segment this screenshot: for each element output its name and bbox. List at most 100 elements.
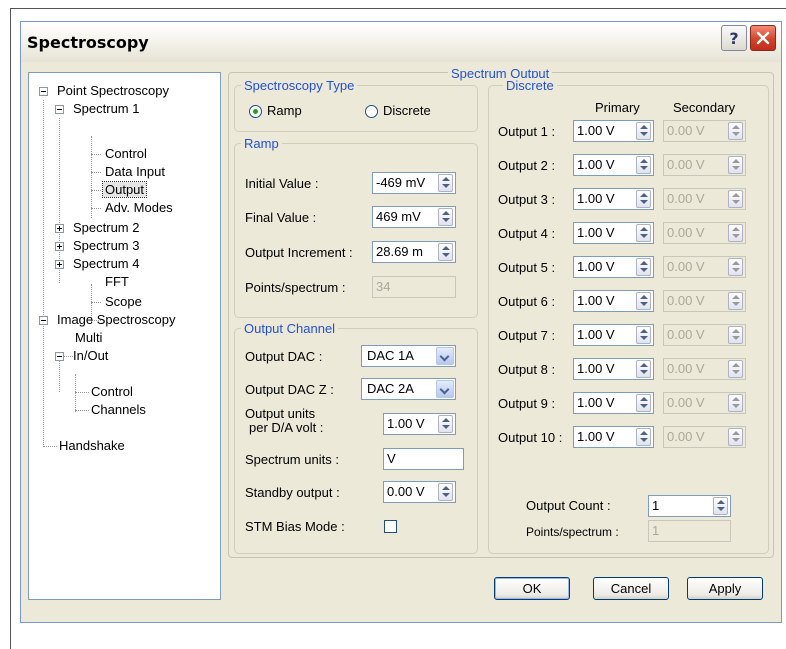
output-row-label: Output 4 : bbox=[498, 226, 556, 241]
primary-output-spinner[interactable] bbox=[636, 292, 651, 310]
final-value-spinner[interactable] bbox=[438, 208, 453, 226]
discrete-points-label: Points/spectrum : bbox=[526, 525, 619, 539]
settings-tree[interactable]: Point Spectroscopy Spectrum 1 Control Da… bbox=[28, 72, 221, 600]
ramp-title: Ramp bbox=[241, 136, 282, 151]
stm-bias-mode-checkbox[interactable] bbox=[384, 520, 397, 533]
output-dac-label: Output DAC : bbox=[245, 349, 323, 364]
window-title: Spectroscopy bbox=[27, 33, 149, 52]
collapse-icon[interactable] bbox=[55, 105, 64, 114]
tree-item-point-spectroscopy[interactable]: Point Spectroscopy bbox=[39, 82, 171, 100]
tree-item-io-control[interactable]: Control bbox=[89, 383, 135, 401]
spectrum-units-field[interactable]: V bbox=[383, 448, 464, 470]
ramp-radio-label[interactable]: Ramp bbox=[267, 103, 302, 119]
output-row-label: Output 3 : bbox=[498, 192, 556, 207]
tree-item-io-channels[interactable]: Channels bbox=[89, 401, 148, 419]
spectroscopy-type-group: Spectroscopy Type Ramp Discrete bbox=[234, 78, 478, 132]
primary-output-spinner[interactable] bbox=[636, 428, 651, 446]
ok-button[interactable]: OK bbox=[494, 577, 570, 600]
secondary-output-spinner bbox=[728, 224, 743, 242]
output-row-label: Output 5 : bbox=[498, 260, 556, 275]
spectrum-units-label: Spectrum units : bbox=[245, 452, 339, 467]
output-increment-spinner[interactable] bbox=[438, 243, 453, 261]
tree-item-adv-modes[interactable]: Adv. Modes bbox=[103, 199, 175, 217]
output-row-label: Output 1 : bbox=[498, 124, 556, 139]
discrete-points-field: 1 bbox=[648, 520, 731, 542]
close-icon bbox=[756, 31, 770, 45]
tree-item-output[interactable]: Output bbox=[101, 181, 148, 199]
collapse-icon[interactable] bbox=[55, 352, 64, 361]
tree-item-scope[interactable]: Scope bbox=[103, 293, 144, 311]
standby-output-spinner[interactable] bbox=[438, 483, 453, 501]
tree-item-spectrum-2[interactable]: Spectrum 2 bbox=[55, 219, 141, 237]
tree-item-in-out[interactable]: In/Out bbox=[55, 347, 110, 365]
discrete-radio[interactable] bbox=[365, 105, 378, 118]
tree-item-data-input[interactable]: Data Input bbox=[103, 163, 167, 181]
output-count-label: Output Count : bbox=[526, 498, 611, 513]
discrete-radio-label[interactable]: Discrete bbox=[383, 103, 431, 119]
final-value-label: Final Value : bbox=[245, 210, 317, 225]
standby-output-label: Standby output : bbox=[245, 485, 340, 500]
output-row-label: Output 10 : bbox=[498, 430, 563, 445]
output-units-label-2: per D/A volt : bbox=[249, 420, 324, 435]
tree-item-spectrum-3[interactable]: Spectrum 3 bbox=[55, 237, 141, 255]
output-channel-group: Output Channel Output DAC : DAC 1A Outpu… bbox=[234, 321, 478, 554]
output-dac-select[interactable]: DAC 1A bbox=[361, 345, 456, 367]
output-units-spinner[interactable] bbox=[438, 415, 453, 433]
title-bar[interactable]: Spectroscopy ? bbox=[21, 22, 781, 62]
primary-output-spinner[interactable] bbox=[636, 326, 651, 344]
output-dac-z-select[interactable]: DAC 2A bbox=[361, 378, 456, 400]
spectroscopy-dialog: Spectroscopy ? Point Spectroscopy Spectr… bbox=[20, 21, 782, 623]
primary-output-spinner[interactable] bbox=[636, 360, 651, 378]
secondary-output-spinner bbox=[728, 428, 743, 446]
tree-item-control[interactable]: Control bbox=[103, 145, 149, 163]
help-icon: ? bbox=[729, 29, 739, 48]
discrete-title: Discrete bbox=[503, 78, 557, 93]
primary-output-spinner[interactable] bbox=[636, 224, 651, 242]
output-row-label: Output 2 : bbox=[498, 158, 556, 173]
ramp-points-field: 34 bbox=[372, 276, 456, 298]
close-button[interactable] bbox=[750, 25, 776, 51]
expand-icon[interactable] bbox=[55, 224, 64, 233]
tree-item-multi[interactable]: Multi bbox=[73, 329, 104, 347]
apply-button[interactable]: Apply bbox=[687, 577, 763, 600]
expand-icon[interactable] bbox=[55, 260, 64, 269]
spectrum-output-panel: Spectrum Output Spectroscopy Type Ramp D… bbox=[228, 66, 774, 558]
collapse-icon[interactable] bbox=[39, 316, 48, 325]
initial-value-spinner[interactable] bbox=[438, 174, 453, 192]
spectroscopy-type-title: Spectroscopy Type bbox=[241, 78, 358, 93]
secondary-output-spinner bbox=[728, 394, 743, 412]
primary-output-spinner[interactable] bbox=[636, 394, 651, 412]
tree-item-spectrum-1[interactable]: Spectrum 1 bbox=[55, 100, 141, 118]
primary-output-spinner[interactable] bbox=[636, 122, 651, 140]
primary-output-spinner[interactable] bbox=[636, 156, 651, 174]
tree-item-image-spectroscopy[interactable]: Image Spectroscopy bbox=[39, 311, 178, 329]
collapse-icon[interactable] bbox=[39, 87, 48, 96]
chevron-down-icon[interactable] bbox=[436, 347, 454, 365]
help-button[interactable]: ? bbox=[721, 25, 747, 51]
tree-item-fft[interactable]: FFT bbox=[103, 273, 131, 291]
secondary-header: Secondary bbox=[673, 100, 736, 115]
output-count-spinner[interactable] bbox=[713, 497, 728, 515]
secondary-output-spinner bbox=[728, 360, 743, 378]
secondary-output-spinner bbox=[728, 258, 743, 276]
output-increment-label: Output Increment : bbox=[245, 245, 353, 260]
output-row-label: Output 9 : bbox=[498, 396, 556, 411]
output-row-label: Output 6 : bbox=[498, 294, 556, 309]
ramp-group: Ramp Initial Value : -469 mV Final Value… bbox=[234, 136, 478, 318]
primary-output-spinner[interactable] bbox=[636, 190, 651, 208]
ramp-points-label: Points/spectrum : bbox=[245, 280, 346, 295]
ramp-radio[interactable] bbox=[249, 105, 262, 118]
tree-item-handshake[interactable]: Handshake bbox=[57, 437, 127, 455]
stm-bias-mode-label: STM Bias Mode : bbox=[245, 519, 345, 534]
cancel-button[interactable]: Cancel bbox=[593, 577, 669, 600]
secondary-output-spinner bbox=[728, 156, 743, 174]
expand-icon[interactable] bbox=[55, 242, 64, 251]
tree-item-spectrum-4[interactable]: Spectrum 4 bbox=[55, 255, 141, 273]
output-row-label: Output 8 : bbox=[498, 362, 556, 377]
primary-header: Primary bbox=[595, 100, 640, 115]
secondary-output-spinner bbox=[728, 190, 743, 208]
primary-output-spinner[interactable] bbox=[636, 258, 651, 276]
secondary-output-spinner bbox=[728, 122, 743, 140]
chevron-down-icon[interactable] bbox=[436, 380, 454, 398]
output-channel-title: Output Channel bbox=[241, 321, 339, 336]
